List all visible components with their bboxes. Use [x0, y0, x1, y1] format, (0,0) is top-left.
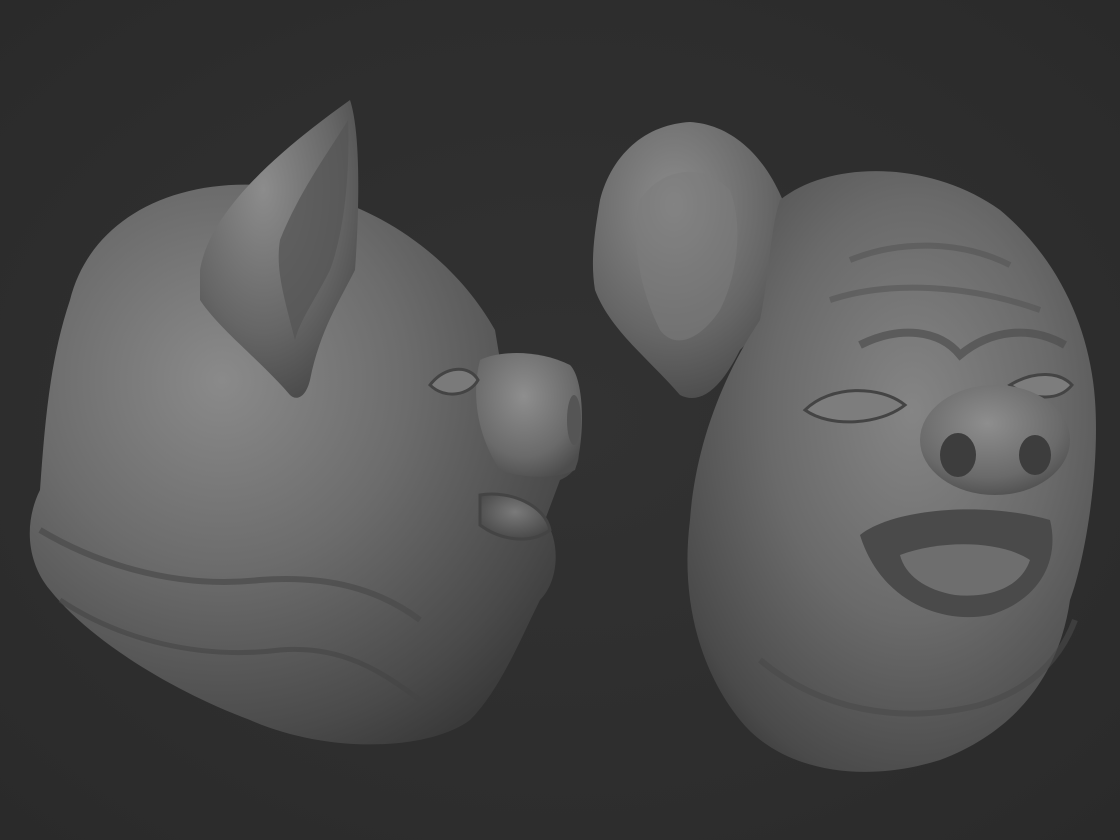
- right-snout: [920, 385, 1070, 495]
- pig-head-side-view[interactable]: [29, 100, 582, 745]
- sculpt-viewport[interactable]: [0, 0, 1120, 840]
- left-nostril: [567, 395, 581, 445]
- scene-canvas: [29, 100, 1096, 772]
- right-nostril-right: [1019, 435, 1051, 475]
- pig-head-front-view[interactable]: [592, 122, 1096, 772]
- right-nostril-left: [940, 433, 976, 477]
